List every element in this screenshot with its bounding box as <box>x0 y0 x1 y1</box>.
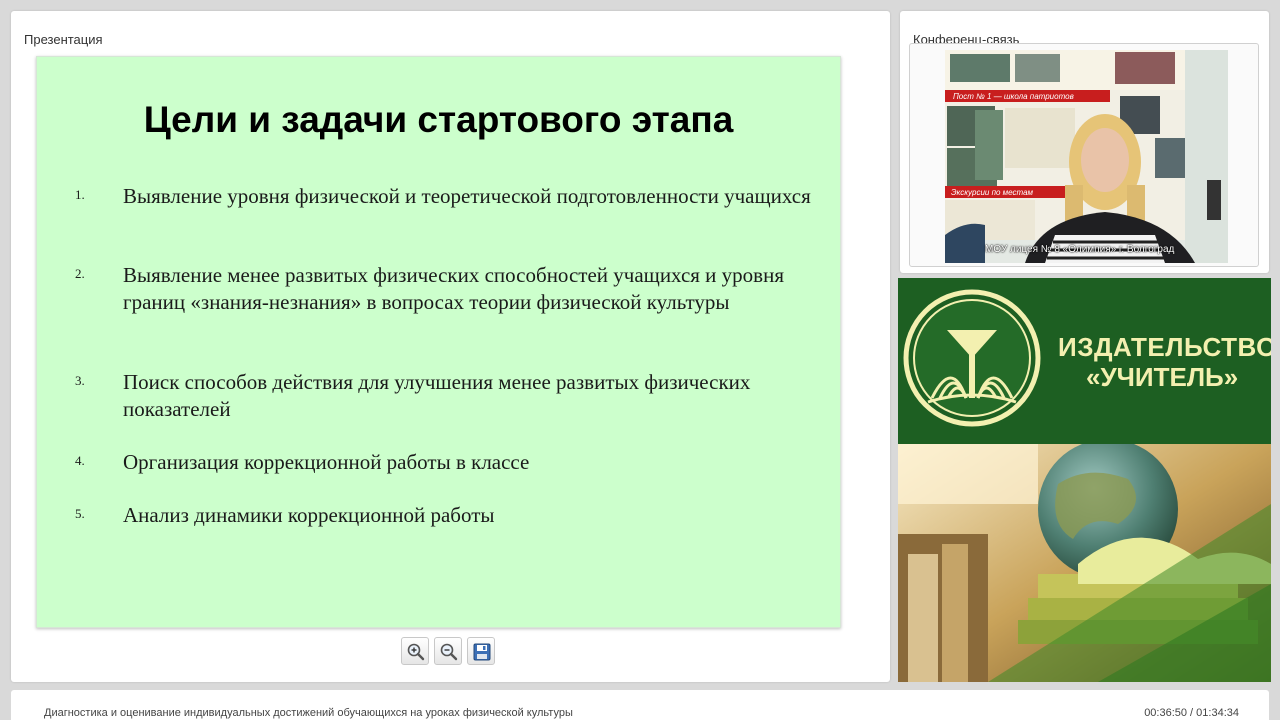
list-item-number: 3. <box>75 373 85 388</box>
zoom-in-button[interactable] <box>401 637 429 665</box>
list-item-number: 2. <box>75 266 85 281</box>
player-footer: Диагностика и оценивание индивидуальных … <box>11 690 1269 720</box>
webinar-title: Диагностика и оценивание индивидуальных … <box>44 707 573 719</box>
zoom-out-icon <box>440 643 458 661</box>
publisher-logo-icon <box>903 289 1041 427</box>
slide-list-item: 1. Выявление уровня физической и теорети… <box>75 183 811 239</box>
conference-panel: Конференц-связь Пост № 1 — школа патриот… <box>900 11 1269 273</box>
webcam-video: Пост № 1 — школа патриотов Экскурсии по … <box>945 50 1228 263</box>
slide-title: Цели и задачи стартового этапа <box>143 99 734 140</box>
publisher-name-line-2: «УЧИТЕЛЬ» <box>1086 362 1239 392</box>
zoom-out-button[interactable] <box>434 637 462 665</box>
publisher-books-image <box>898 439 1271 682</box>
publisher-name-line-1: ИЗДАТЕЛЬСТВО <box>1058 332 1271 362</box>
playback-time: 00:36:50 / 01:34:34 <box>1144 707 1239 719</box>
slide-list-item: 5. Анализ динамики коррекционной работы <box>75 502 795 532</box>
books-globe-illustration <box>898 439 1271 682</box>
presentation-panel: Презентация Цели и задачи стартового эта… <box>11 11 890 682</box>
publisher-header: ИЗДАТЕЛЬСТВО «УЧИТЕЛЬ» <box>898 278 1271 444</box>
list-item-text: Поиск способов действия для улучшения ме… <box>123 370 751 421</box>
list-item-number: 1. <box>75 187 85 202</box>
list-item-number: 5. <box>75 506 85 521</box>
video-frame[interactable]: Пост № 1 — школа патриотов Экскурсии по … <box>909 43 1259 267</box>
poster-banner-1: Пост № 1 — школа патриотов <box>953 92 1074 101</box>
poster-banner-2: Экскурсии по местам <box>951 188 1034 197</box>
save-icon <box>473 643 491 661</box>
zoom-in-icon <box>407 643 425 661</box>
slide-list-item: 2. Выявление менее развитых физических с… <box>75 262 795 344</box>
webcam-scene: Пост № 1 — школа патриотов Экскурсии по … <box>945 50 1228 263</box>
publisher-banner: ИЗДАТЕЛЬСТВО «УЧИТЕЛЬ» <box>898 278 1271 682</box>
list-item-text: Анализ динамики коррекционной работы <box>123 503 495 527</box>
video-caption: МОУ лицея № 8 «Олимпия» г. Волгоград <box>985 244 1175 255</box>
presentation-panel-title: Презентация <box>24 32 103 47</box>
list-item-text: Выявление менее развитых физических спос… <box>123 263 784 314</box>
save-button[interactable] <box>467 637 495 665</box>
list-item-text: Организация коррекционной работы в класс… <box>123 450 530 474</box>
slide-list-item: 4. Организация коррекционной работы в кл… <box>75 449 795 479</box>
list-item-text: Выявление уровня физической и теоретичес… <box>123 184 811 208</box>
list-item-number: 4. <box>75 453 85 468</box>
slide: Цели и задачи стартового этапа 1. Выявле… <box>36 56 841 628</box>
slide-list-item: 3. Поиск способов действия для улучшения… <box>75 369 795 425</box>
